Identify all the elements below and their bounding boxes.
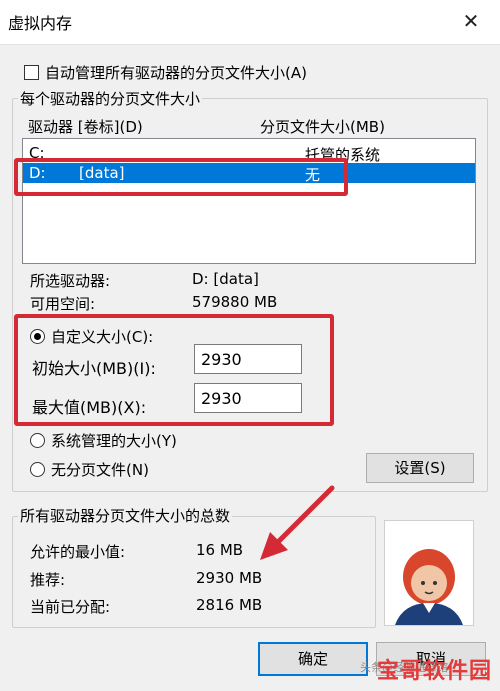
watermark-brand: 宝哥软件园: [376, 659, 492, 684]
system-managed-radio[interactable]: 系统管理的大小(Y): [30, 430, 177, 451]
min-label: 允许的最小值:: [30, 543, 126, 561]
radio-selected-icon[interactable]: [30, 329, 45, 344]
per-drive-group-title: 每个驱动器的分页文件大小: [18, 88, 203, 109]
window-title: 虚拟内存: [8, 14, 73, 33]
drive-row-d[interactable]: D: [data] 无: [23, 163, 475, 184]
selected-drive-label: 所选驱动器:: [30, 272, 111, 290]
size-column-header[interactable]: 分页文件大小(MB): [260, 116, 385, 137]
allocated-value: 2816 MB: [196, 596, 263, 614]
initial-size-label: 初始大小(MB)(I):: [32, 359, 156, 378]
custom-size-label: 自定义大小(C):: [51, 328, 154, 346]
allocated-label: 当前已分配:: [30, 598, 111, 616]
no-paging-label: 无分页文件(N): [51, 461, 149, 479]
min-value: 16 MB: [196, 541, 244, 559]
drive-letter: C:: [29, 144, 45, 162]
recommended-label: 推荐:: [30, 571, 66, 589]
max-size-input[interactable]: 2930: [194, 383, 302, 413]
system-managed-label: 系统管理的大小(Y): [51, 432, 177, 450]
drive-column-header[interactable]: 驱动器 [卷标](D): [28, 116, 143, 137]
drive-letter: D:: [29, 164, 46, 182]
set-button[interactable]: 设置(S): [366, 453, 474, 483]
radio-unselected-icon[interactable]: [30, 433, 45, 448]
custom-size-radio[interactable]: 自定义大小(C):: [30, 326, 153, 347]
auto-manage-label: 自动管理所有驱动器的分页文件大小(A): [45, 64, 307, 82]
selected-drive-value: D: [data]: [192, 270, 259, 288]
drive-label: [data]: [79, 164, 125, 182]
initial-size-input[interactable]: 2930: [194, 344, 302, 374]
close-icon[interactable]: ✕: [456, 6, 486, 36]
free-space-value: 579880 MB: [192, 293, 278, 311]
checkbox-icon[interactable]: [24, 65, 39, 80]
title-bar: 虚拟内存 ✕: [0, 0, 500, 45]
annotation-arrow-icon: [260, 485, 335, 560]
avatar: [384, 520, 474, 626]
drive-size: 托管的系统: [305, 146, 381, 164]
free-space-label: 可用空间:: [30, 295, 96, 313]
drive-row-c[interactable]: C: 托管的系统: [23, 143, 475, 164]
auto-manage-checkbox[interactable]: 自动管理所有驱动器的分页文件大小(A): [24, 62, 307, 83]
drive-size: 无: [305, 166, 321, 184]
drive-list[interactable]: C: 托管的系统 D: [data] 无: [22, 138, 476, 264]
totals-group-title: 所有驱动器分页文件大小的总数: [18, 505, 233, 526]
recommended-value: 2930 MB: [196, 569, 263, 587]
ok-button[interactable]: 确定: [258, 642, 368, 676]
radio-unselected-icon[interactable]: [30, 462, 45, 477]
max-size-label: 最大值(MB)(X):: [32, 398, 147, 417]
no-paging-radio[interactable]: 无分页文件(N): [30, 459, 149, 480]
